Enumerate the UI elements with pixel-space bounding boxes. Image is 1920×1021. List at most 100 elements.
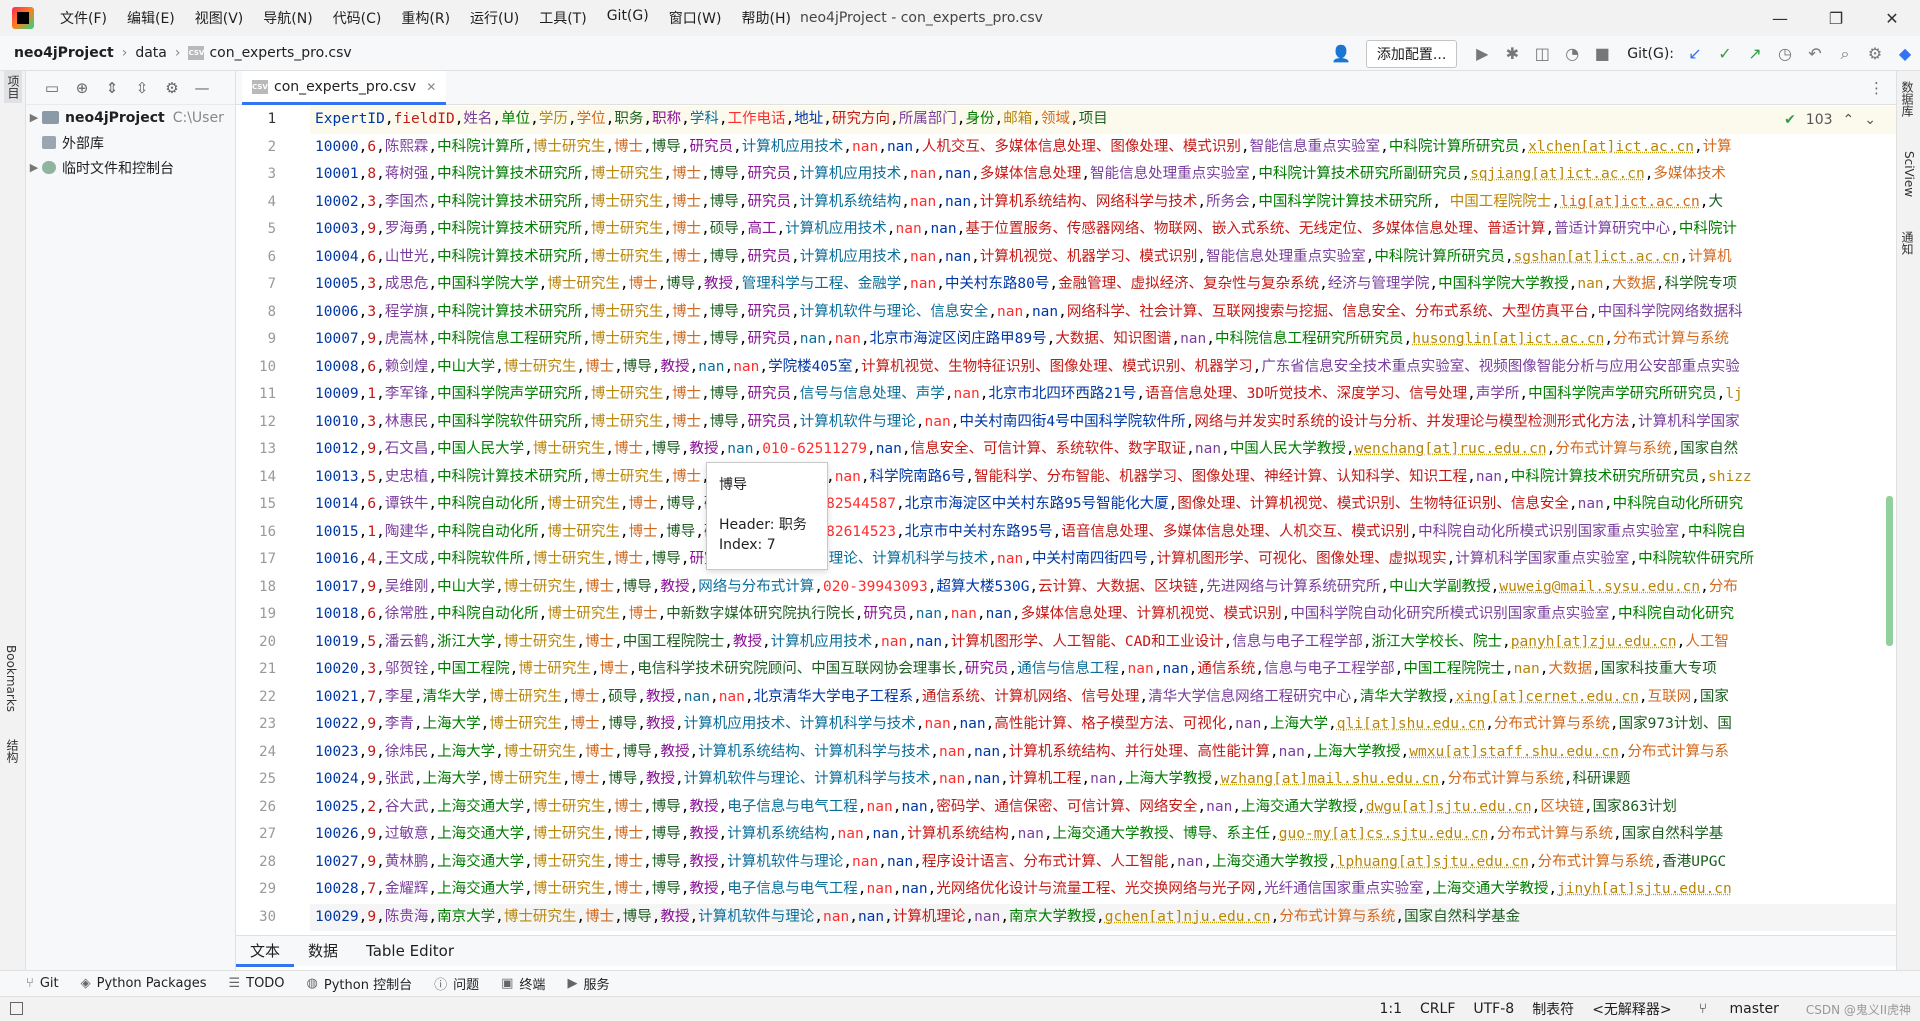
user-icon[interactable]: 👤 — [1326, 40, 1356, 68]
history-icon[interactable]: ◷ — [1770, 40, 1800, 68]
file-encoding[interactable]: UTF-8 — [1473, 1001, 1514, 1017]
breadcrumb-project[interactable]: neo4jProject — [14, 45, 114, 61]
caret-position[interactable]: 1:1 — [1379, 1001, 1402, 1017]
database-tool-tab[interactable]: 数据库 — [1899, 81, 1916, 117]
stop-icon[interactable]: ■ — [1587, 40, 1617, 68]
chevron-right-icon[interactable]: ▶ — [26, 161, 42, 174]
tab-table-editor[interactable]: Table Editor — [352, 936, 468, 967]
chevron-down-icon[interactable]: ⌄ — [1864, 112, 1876, 128]
menu-edit[interactable]: 编辑(E) — [117, 8, 185, 28]
code-line[interactable]: 10017,9,吴维刚,中山大学,博士研究生,博士,博导,教授,网络与分布式计算… — [310, 574, 1896, 602]
tab-data[interactable]: 数据 — [294, 936, 352, 967]
code-line[interactable]: 10022,9,李青,上海大学,博士研究生,博士,博导,教授,计算机应用技术、计… — [310, 711, 1896, 739]
tool-todo[interactable]: ☰ TODO — [228, 976, 284, 991]
menu-file[interactable]: 文件(F) — [50, 8, 117, 28]
git-update-icon[interactable]: ↙ — [1680, 40, 1710, 68]
tool-git[interactable]: ⑂ Git — [26, 976, 59, 991]
menu-code[interactable]: 代码(C) — [323, 8, 392, 28]
code-line[interactable]: 10004,6,山世光,中科院计算技术研究所,博士研究生,博士,博导,研究员,计… — [310, 244, 1896, 272]
code-line[interactable]: 10015,1,陶建华,中科院自动化所,博士研究生,博士,博导,研究员,nan,… — [310, 519, 1896, 547]
bookmarks-tool-tab[interactable]: Bookmarks — [4, 645, 18, 712]
menu-navigate[interactable]: 导航(N) — [253, 8, 322, 28]
tool-terminal[interactable]: ▣ 终端 — [501, 974, 545, 993]
menu-help[interactable]: 帮助(H) — [731, 8, 800, 28]
git-push-icon[interactable]: ↗ — [1740, 40, 1770, 68]
tool-windows-toggle-icon[interactable] — [10, 1002, 23, 1015]
code-line[interactable]: 10001,8,蒋树强,中科院计算技术研究所,博士研究生,博士,博导,研究员,计… — [310, 161, 1896, 189]
code-line[interactable]: 10027,9,黄林鹏,上海交通大学,博士研究生,博士,博导,教授,计算机软件与… — [310, 849, 1896, 877]
scrollbar-thumb[interactable] — [1886, 496, 1893, 646]
close-button[interactable]: ✕ — [1864, 0, 1920, 36]
more-icon[interactable]: ⋮ — [1869, 79, 1884, 97]
code-line[interactable]: 10024,9,张武,上海大学,博士研究生,博士,博导,教授,计算机软件与理论、… — [310, 766, 1896, 794]
tree-node-external-libraries[interactable]: 外部库 — [26, 130, 235, 155]
code-line[interactable]: 10023,9,徐炜民,上海大学,博士研究生,博士,博导,教授,计算机系统结构、… — [310, 739, 1896, 767]
tool-problems[interactable]: ⓘ 问题 — [434, 974, 479, 993]
gear-icon[interactable]: ⚙ — [160, 76, 184, 100]
code-line[interactable]: 10002,3,李国杰,中科院计算技术研究所,博士研究生,博士,博导,研究员,计… — [310, 189, 1896, 217]
tree-node-scratches[interactable]: ▶ 临时文件和控制台 — [26, 155, 235, 180]
rollback-icon[interactable]: ↶ — [1800, 40, 1830, 68]
editor-tab[interactable]: CSV con_experts_pro.csv ✕ — [242, 71, 447, 105]
close-tab-icon[interactable]: ✕ — [426, 80, 436, 94]
code-line[interactable]: 10019,5,潘云鹤,浙江大学,博士研究生,博士,中国工程院院士,教授,计算机… — [310, 629, 1896, 657]
maximize-button[interactable]: ❐ — [1808, 0, 1864, 36]
code-line[interactable]: 10018,6,徐常胜,中科院自动化所,博士研究生,博士,中新数字媒体研究院执行… — [310, 601, 1896, 629]
layout-icon[interactable]: ▭ — [40, 76, 64, 100]
menu-window[interactable]: 窗口(W) — [659, 8, 732, 28]
code-line[interactable]: 10006,3,程学旗,中科院计算技术研究所,博士研究生,博士,博导,研究员,计… — [310, 299, 1896, 327]
code-line[interactable]: 10000,6,陈熙霖,中科院计算所,博士研究生,博士,博导,研究员,计算机应用… — [310, 134, 1896, 162]
menu-tools[interactable]: 工具(T) — [529, 8, 596, 28]
profile-icon[interactable]: ◔ — [1557, 40, 1587, 68]
project-tool-tab[interactable]: 项目 — [4, 71, 22, 103]
menu-git[interactable]: Git(G) — [597, 8, 659, 28]
collapse-all-icon[interactable]: ⇳ — [130, 76, 154, 100]
code-line[interactable]: 10008,6,赖剑煌,中山大学,博士研究生,博士,博导,教授,nan,nan,… — [310, 354, 1896, 382]
chevron-up-icon[interactable]: ⌃ — [1843, 112, 1855, 128]
structure-tool-tab[interactable]: 结构 — [4, 739, 21, 763]
tab-text[interactable]: 文本 — [236, 936, 295, 967]
code-line[interactable]: 10026,9,过敏意,上海交通大学,博士研究生,博士,博导,教授,计算机系统结… — [310, 821, 1896, 849]
code-line[interactable]: 10003,9,罗海勇,中科院计算技术研究所,博士研究生,博士,硕导,高工,计算… — [310, 216, 1896, 244]
locate-icon[interactable]: ⊕ — [70, 76, 94, 100]
gear-icon[interactable]: ⚙ — [1860, 40, 1890, 68]
code-line[interactable]: 10010,3,林惠民,中国科学院软件研究所,博士研究生,博士,博导,研究员,计… — [310, 409, 1896, 437]
tool-services[interactable]: ▶ 服务 — [567, 974, 609, 993]
interpreter[interactable]: <无解释器> — [1592, 999, 1671, 1019]
tree-node-root[interactable]: ▶ neo4jProject C:\User — [26, 105, 235, 130]
add-configuration-button[interactable]: 添加配置... — [1365, 39, 1458, 68]
breadcrumb-folder[interactable]: data — [135, 45, 167, 61]
code-line[interactable]: 10021,7,李星,清华大学,博士研究生,博士,硕导,教授,nan,nan,北… — [310, 684, 1896, 712]
notifications-tool-tab[interactable]: 通知 — [1899, 231, 1916, 255]
git-branch[interactable]: ⑂ master — [1690, 1001, 1788, 1017]
tool-python-console[interactable]: ◍ Python 控制台 — [307, 974, 413, 993]
code-line[interactable]: 10020,3,邬贺铨,中国工程院,博士研究生,博士,电信科学技术研究院顾问、中… — [310, 656, 1896, 684]
code-line[interactable]: 10025,2,谷大武,上海交通大学,博士研究生,博士,博导,教授,电子信息与电… — [310, 794, 1896, 822]
code-line[interactable]: 10028,7,金耀辉,上海交通大学,博士研究生,博士,博导,教授,电子信息与电… — [310, 876, 1896, 904]
code-line[interactable]: 10012,9,石文昌,中国人民大学,博士研究生,博士,博导,教授,nan,01… — [310, 436, 1896, 464]
code-line[interactable]: 10029,9,陈贵海,南京大学,博士研究生,博士,博导,教授,计算机软件与理论… — [310, 903, 1896, 931]
menu-view[interactable]: 视图(V) — [185, 8, 254, 28]
search-icon[interactable]: ⌕ — [1830, 40, 1860, 68]
breadcrumb-file[interactable]: con_experts_pro.csv — [209, 45, 351, 61]
jetbrains-icon[interactable]: ◆ — [1890, 40, 1920, 68]
git-commit-icon[interactable]: ✓ — [1710, 40, 1740, 68]
expand-all-icon[interactable]: ⇕ — [100, 76, 124, 100]
chevron-right-icon[interactable]: ▶ — [26, 111, 42, 124]
run-icon[interactable]: ▶ — [1467, 40, 1497, 68]
coverage-icon[interactable]: ◫ — [1527, 40, 1557, 68]
code-line[interactable]: ExpertID,fieldID,姓名,单位,学历,学位,职务,职称,学科,工作… — [310, 106, 1896, 134]
code-line[interactable]: 10013,5,史忠植,中科院计算技术研究所,博士研究生,博士,博导,研究员,n… — [310, 464, 1896, 492]
tool-python-packages[interactable]: ◈ Python Packages — [81, 976, 207, 991]
line-separator[interactable]: CRLF — [1420, 1001, 1455, 1017]
indent-setting[interactable]: 制表符 — [1532, 999, 1574, 1019]
inspection-widget[interactable]: ✔ 103 ⌃ ⌄ — [1784, 112, 1876, 128]
sciview-tool-tab[interactable]: SciView — [1902, 151, 1916, 197]
code-line[interactable]: 10009,1,李军锋,中国科学院声学研究所,博士研究生,博士,博导,研究员,信… — [310, 381, 1896, 409]
code-editor[interactable]: ExpertID,fieldID,姓名,单位,学历,学位,职务,职称,学科,工作… — [310, 106, 1896, 935]
menu-refactor[interactable]: 重构(R) — [391, 8, 460, 28]
code-line[interactable]: 10005,3,成思危,中国科学院大学,博士研究生,博士,博导,教授,管理科学与… — [310, 271, 1896, 299]
hide-icon[interactable]: — — [190, 76, 214, 100]
code-line[interactable]: 10014,6,谭铁牛,中科院自动化所,博士研究生,博士,博导,研究员,nan,… — [310, 491, 1896, 519]
code-line[interactable]: 10016,4,王文成,中科院软件所,博士研究生,博士,博导,研究员,计算机软件… — [310, 546, 1896, 574]
